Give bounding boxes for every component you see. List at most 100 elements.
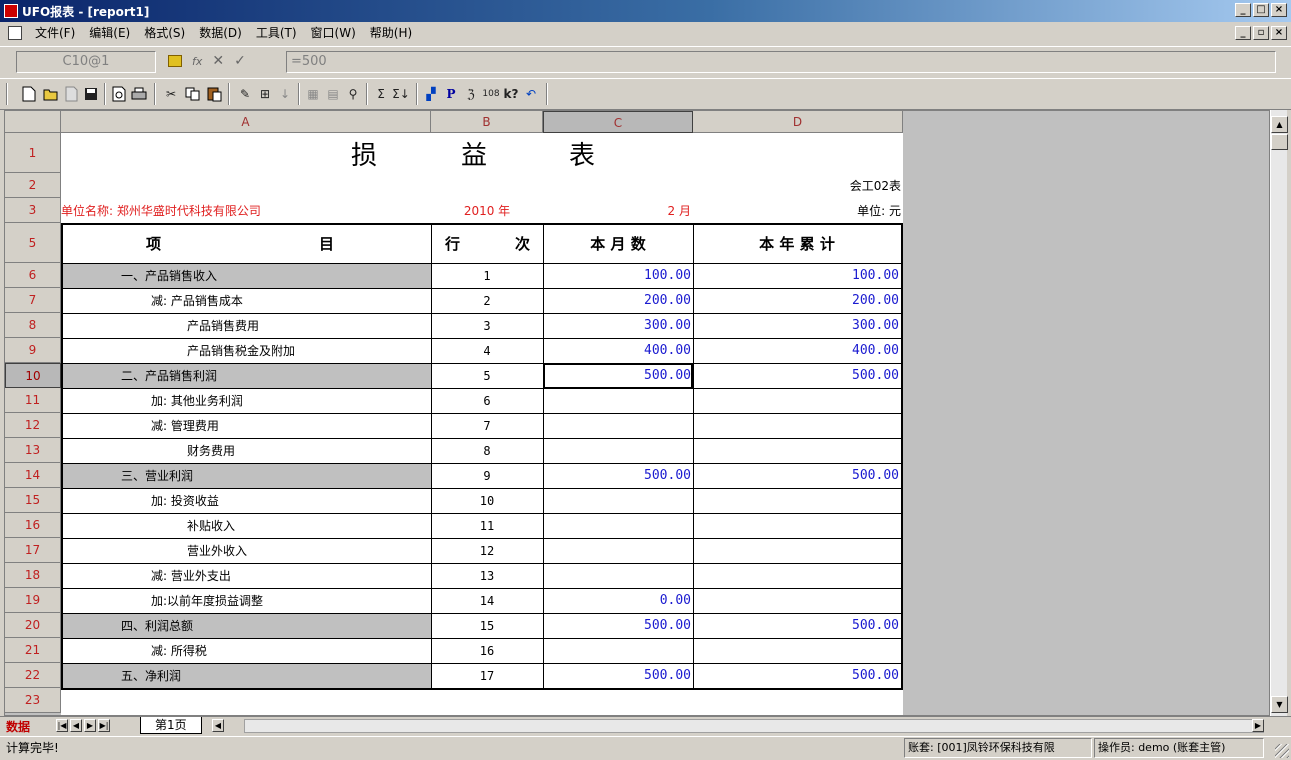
- item-name[interactable]: 减: 营业外支出: [151, 563, 231, 588]
- open-icon[interactable]: [42, 85, 60, 103]
- year-value[interactable]: 400.00: [693, 338, 901, 363]
- line-number[interactable]: 17: [431, 663, 543, 688]
- print-icon[interactable]: [130, 85, 148, 103]
- row-header-15[interactable]: 15: [5, 488, 61, 513]
- year-value[interactable]: [693, 588, 901, 613]
- item-name[interactable]: 补贴收入: [187, 513, 235, 538]
- month-value[interactable]: 500.00: [543, 613, 693, 638]
- maximize-button[interactable]: □: [1253, 3, 1269, 17]
- item-name[interactable]: 产品销售费用: [187, 313, 259, 338]
- subtotal-icon[interactable]: Σ↓: [392, 85, 410, 103]
- sort-icon[interactable]: ↓: [276, 85, 294, 103]
- year-value[interactable]: [693, 488, 901, 513]
- function-wizard-icon[interactable]: [168, 55, 182, 67]
- line-number[interactable]: 1: [431, 263, 543, 288]
- row-header-22[interactable]: 22: [5, 663, 61, 688]
- save-icon[interactable]: [82, 85, 100, 103]
- line-number[interactable]: 7: [431, 413, 543, 438]
- vertical-scrollbar[interactable]: ▲ ▼: [1270, 110, 1288, 716]
- cut-icon[interactable]: ✂: [162, 85, 180, 103]
- column-header-c[interactable]: C: [543, 111, 693, 133]
- month-value[interactable]: [543, 388, 693, 413]
- line-number[interactable]: 15: [431, 613, 543, 638]
- month-value[interactable]: [543, 413, 693, 438]
- row-header-19[interactable]: 19: [5, 588, 61, 613]
- insert-icon[interactable]: ⊞: [256, 85, 274, 103]
- first-sheet-button[interactable]: |◀: [56, 719, 68, 732]
- item-name[interactable]: 加: 投资收益: [151, 488, 219, 513]
- last-sheet-button[interactable]: ▶|: [98, 719, 110, 732]
- month-value[interactable]: [543, 488, 693, 513]
- month-value[interactable]: 200.00: [543, 288, 693, 313]
- close-button[interactable]: ×: [1271, 3, 1287, 17]
- calc-icon[interactable]: ℨ: [462, 85, 480, 103]
- item-name[interactable]: 财务费用: [187, 438, 235, 463]
- month-value[interactable]: 500.00: [543, 663, 693, 688]
- line-number[interactable]: 9: [431, 463, 543, 488]
- row-header-18[interactable]: 18: [5, 563, 61, 588]
- line-number[interactable]: 12: [431, 538, 543, 563]
- month-value[interactable]: [543, 438, 693, 463]
- line-number[interactable]: 4: [431, 338, 543, 363]
- year-value[interactable]: [693, 413, 901, 438]
- year-value[interactable]: [693, 513, 901, 538]
- year-value[interactable]: 500.00: [693, 363, 901, 388]
- split-icon[interactable]: ▤: [324, 85, 342, 103]
- year-value[interactable]: 500.00: [693, 613, 901, 638]
- year-value[interactable]: [693, 538, 901, 563]
- paste-icon[interactable]: [206, 85, 224, 103]
- row-header-6[interactable]: 6: [5, 263, 61, 288]
- month-value[interactable]: 0.00: [543, 588, 693, 613]
- line-number[interactable]: 8: [431, 438, 543, 463]
- document-icon[interactable]: [8, 26, 22, 40]
- cell-reference-box[interactable]: C10@1: [16, 51, 156, 73]
- year-value[interactable]: [693, 388, 901, 413]
- menu-window[interactable]: 窗口(W): [304, 22, 363, 44]
- menu-format[interactable]: 格式(S): [137, 22, 192, 44]
- row-header-12[interactable]: 12: [5, 413, 61, 438]
- month-value[interactable]: [543, 563, 693, 588]
- sheet-tab-page1[interactable]: 第1页: [140, 717, 202, 734]
- year-value[interactable]: 300.00: [693, 313, 901, 338]
- row-header-21[interactable]: 21: [5, 638, 61, 663]
- row-header-23[interactable]: 23: [5, 688, 61, 713]
- scroll-thumb[interactable]: [1271, 134, 1288, 150]
- year-value[interactable]: [693, 438, 901, 463]
- item-name[interactable]: 减: 所得税: [151, 638, 207, 663]
- next-sheet-button[interactable]: ▶: [84, 719, 96, 732]
- item-name[interactable]: 加: 其他业务利润: [151, 388, 243, 413]
- row-header-10[interactable]: 10: [5, 363, 61, 388]
- item-name[interactable]: 四、利润总额: [121, 613, 193, 638]
- line-number[interactable]: 6: [431, 388, 543, 413]
- item-name[interactable]: 二、产品销售利润: [121, 363, 217, 388]
- menu-file[interactable]: 文件(F): [28, 22, 82, 44]
- year-value[interactable]: 200.00: [693, 288, 901, 313]
- year-value[interactable]: 500.00: [693, 463, 901, 488]
- sum-icon[interactable]: Σ: [372, 85, 390, 103]
- data-icon[interactable]: 108: [482, 85, 500, 103]
- new-icon[interactable]: [20, 85, 38, 103]
- month-value[interactable]: 400.00: [543, 338, 693, 363]
- item-name[interactable]: 五、净利润: [121, 663, 181, 688]
- selected-cell-c10[interactable]: [543, 363, 694, 389]
- mode-indicator[interactable]: 数据: [6, 718, 30, 735]
- spreadsheet-grid[interactable]: A B C D 1 2 3 5 6 7 8 9 10 11 12 13 14 15 16 17 18 19 20 21…: [4, 110, 1270, 716]
- row-header-2[interactable]: 2: [5, 173, 61, 198]
- minimize-button[interactable]: _: [1235, 3, 1251, 17]
- row-header-11[interactable]: 11: [5, 388, 61, 413]
- column-header-a[interactable]: A: [61, 111, 431, 133]
- mdi-minimize-button[interactable]: _: [1235, 26, 1251, 40]
- item-name[interactable]: 减: 管理费用: [151, 413, 219, 438]
- row-header-8[interactable]: 8: [5, 313, 61, 338]
- month-value[interactable]: [543, 513, 693, 538]
- year-value[interactable]: 100.00: [693, 263, 901, 288]
- prev-sheet-button[interactable]: ◀: [70, 719, 82, 732]
- line-number[interactable]: 10: [431, 488, 543, 513]
- mdi-restore-button[interactable]: ▫: [1253, 26, 1269, 40]
- year-value[interactable]: [693, 638, 901, 663]
- hscroll-right-button[interactable]: ▶: [1252, 719, 1264, 732]
- find-icon[interactable]: ⚲: [344, 85, 362, 103]
- month-value[interactable]: 100.00: [543, 263, 693, 288]
- month-value[interactable]: [543, 638, 693, 663]
- column-header-b[interactable]: B: [431, 111, 543, 133]
